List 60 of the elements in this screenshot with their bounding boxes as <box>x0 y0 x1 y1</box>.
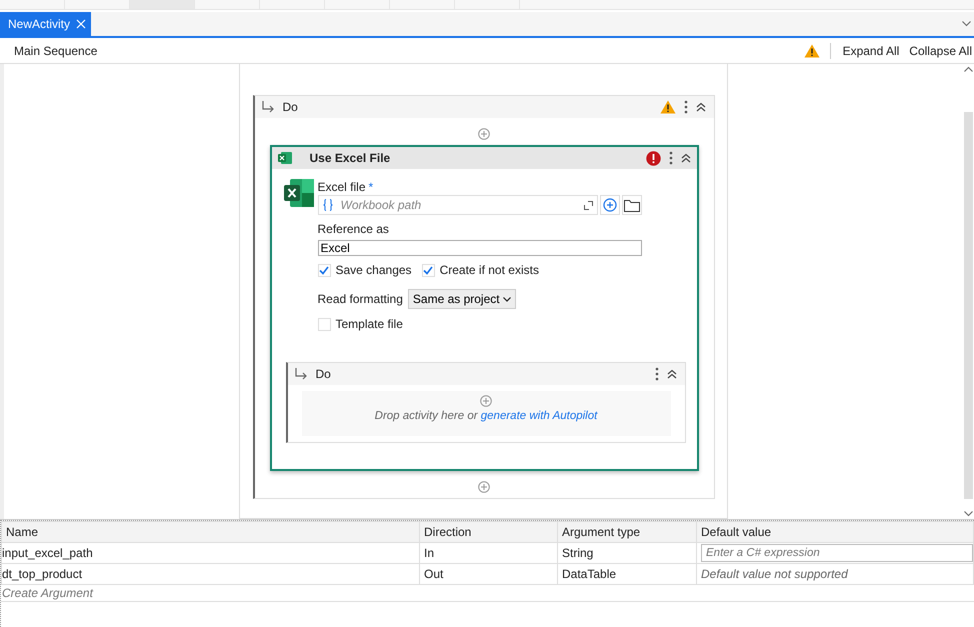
sequence-arrow-icon <box>260 101 274 113</box>
checkbox-label: Template file <box>336 317 403 331</box>
checkbox[interactable] <box>318 264 330 276</box>
more-icon[interactable] <box>684 100 688 114</box>
add-button[interactable] <box>600 195 620 215</box>
add-icon[interactable] <box>480 395 492 407</box>
column-header[interactable]: Name <box>2 522 420 542</box>
activity-title: Use Excel File <box>310 151 392 165</box>
table-cell: input_excel_path <box>2 542 420 564</box>
add-icon[interactable] <box>478 128 490 140</box>
toolbar-link[interactable]: Expand All <box>840 44 902 58</box>
error-icon[interactable] <box>646 150 660 166</box>
sequence-arrow-icon <box>294 368 308 380</box>
warning-icon[interactable] <box>660 100 676 114</box>
table-cell: Out <box>420 564 558 584</box>
document-tab[interactable]: NewActivity <box>0 12 92 36</box>
reference-field[interactable]: Excel <box>318 240 642 256</box>
autopilot-link[interactable]: generate with Autopilot <box>480 410 598 422</box>
add-icon[interactable] <box>478 481 490 493</box>
collapse-icon[interactable] <box>666 369 676 379</box>
table-cell: In <box>420 542 558 564</box>
checkbox[interactable] <box>318 318 330 330</box>
chevron-down-icon <box>502 296 511 302</box>
path-input[interactable]: Workbook path <box>338 197 578 213</box>
create-argument-row[interactable]: Create Argument <box>1 585 974 602</box>
required-mark: * <box>368 180 374 194</box>
field-label: Reference as <box>318 222 389 236</box>
checkbox-label: Save changes <box>336 263 412 277</box>
column-header[interactable]: Argument type <box>558 522 696 542</box>
chevron-down-icon[interactable] <box>962 21 971 27</box>
collapse-icon[interactable] <box>680 153 690 163</box>
breadcrumb-title: Main Sequence <box>14 44 98 58</box>
scroll-bar[interactable] <box>963 64 974 519</box>
expand-icon <box>584 200 592 210</box>
workbook-path-field[interactable]: Workbook path <box>318 195 598 215</box>
spreadsheet-icon <box>278 151 292 165</box>
field-label: Read formatting <box>318 292 403 306</box>
spreadsheet-icon <box>284 178 314 208</box>
close-icon[interactable] <box>76 19 86 29</box>
checkbox-label: Create if not exists <box>440 263 539 277</box>
sequence-title: Do <box>282 100 299 114</box>
drop-hint: Drop activity here or generate with Autopilot <box>374 410 598 422</box>
braces-icon <box>322 199 332 211</box>
field-label: Excel file <box>318 180 366 194</box>
read-formatting-dropdown[interactable]: Same as project <box>408 289 516 309</box>
warning-icon[interactable] <box>804 44 820 58</box>
column-header[interactable]: Default value <box>696 522 974 542</box>
table-cell: Default value not supported <box>696 564 974 584</box>
collapse-icon[interactable] <box>696 102 706 112</box>
toolbar-link[interactable]: Collapse All <box>907 44 974 58</box>
checkbox[interactable] <box>422 264 435 276</box>
more-icon[interactable] <box>654 367 658 381</box>
more-icon[interactable] <box>668 151 672 165</box>
default-value-field[interactable]: Enter a C# expression <box>701 544 973 562</box>
browse-folder-button[interactable] <box>622 195 642 215</box>
table-cell: String <box>558 542 696 564</box>
table-cell: dt_top_product <box>2 564 420 584</box>
sequence-title: Do <box>316 367 332 381</box>
column-header[interactable]: Direction <box>420 522 558 542</box>
table-cell: DataTable <box>558 564 696 584</box>
